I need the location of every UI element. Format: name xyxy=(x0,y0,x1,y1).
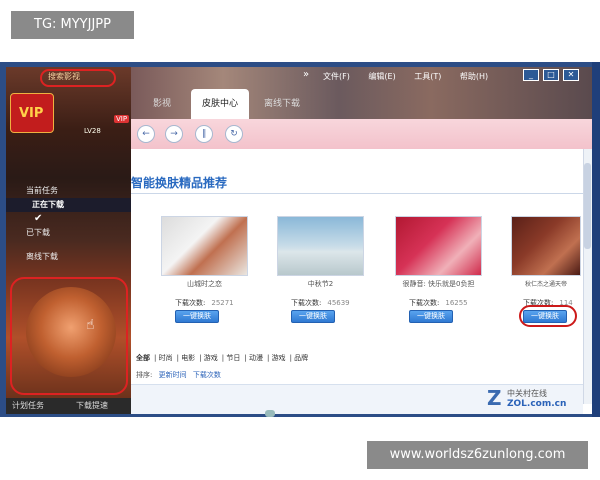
speed-up-button[interactable]: 下载提速 xyxy=(76,398,108,414)
download-count-label: 下载次数: xyxy=(175,299,206,307)
page: TG: MYYJJPP 搜索影视 VIP VIP LV28 当前任务 正在下载 … xyxy=(0,0,600,480)
sort-by-downloads[interactable]: 下载次数 xyxy=(193,371,221,379)
skin-thumbnail[interactable] xyxy=(161,216,248,276)
filter-anime[interactable]: 动漫 xyxy=(249,354,263,362)
forward-arrow-icon[interactable]: → xyxy=(165,125,183,143)
back-arrow-icon[interactable]: ← xyxy=(137,125,155,143)
download-count-value: 25271 xyxy=(211,299,234,307)
left-player-panel: 搜索影视 VIP VIP LV28 当前任务 正在下载 ✔ 已下载 离线下载 ☝… xyxy=(6,67,131,414)
tab-offline-download[interactable]: 离线下载 xyxy=(255,89,309,119)
menu-tools[interactable]: 工具(T) xyxy=(414,72,441,81)
menu-downloaded[interactable]: 已下载 xyxy=(26,227,50,238)
bottom-marker xyxy=(265,410,275,417)
zol-text: 中关村在线 xyxy=(507,389,547,398)
browser-toolbar: ← → ∥ ↻ xyxy=(131,119,592,149)
skin-thumbnail[interactable] xyxy=(395,216,482,276)
zol-logo-icon: Z xyxy=(487,386,502,410)
download-count: 下载次数: 45639 xyxy=(291,298,350,308)
vip-badge: VIP xyxy=(114,115,130,123)
download-count-value: 16255 xyxy=(445,299,468,307)
skin-card[interactable]: 秋仁杰之通天帝 下载次数: 114 一键换肤 xyxy=(511,216,581,323)
skin-card[interactable]: 中秋节2 下载次数: 45639 一键换肤 xyxy=(277,216,364,323)
filter-games[interactable]: 游戏 xyxy=(272,354,286,362)
desktop-edge xyxy=(592,62,600,417)
skin-thumbnail[interactable] xyxy=(277,216,364,276)
zol-watermark: Z 中关村在线 ZOL.com.cn xyxy=(485,386,581,412)
download-count-label: 下载次数: xyxy=(409,299,440,307)
filter-festival[interactable]: 节日 xyxy=(226,354,240,362)
download-count: 下载次数: 25271 xyxy=(175,298,234,308)
maximize-button[interactable]: □ xyxy=(543,69,559,81)
filter-movie[interactable]: 电影 xyxy=(181,354,195,362)
skin-name: 秋仁杰之通天帝 xyxy=(524,281,567,288)
menu-downloading[interactable]: 正在下载 xyxy=(6,198,131,212)
cursor-hand-icon: ☝ xyxy=(86,317,95,333)
pause-icon[interactable]: ∥ xyxy=(195,125,213,143)
filter-all[interactable]: 全部 xyxy=(136,354,150,362)
section-title: 智能换肤精品推荐 xyxy=(131,176,228,190)
download-count-label: 下载次数: xyxy=(291,299,322,307)
zol-domain: ZOL.com.cn xyxy=(507,399,567,409)
sort-row: 排序: 更新时间 下载次数 xyxy=(136,370,225,380)
download-count-value: 45639 xyxy=(327,299,350,307)
skin-card[interactable]: 很静音: 快乐就是0负担 下载次数: 16255 一键换肤 xyxy=(395,216,482,323)
filter-game[interactable]: 游戏 xyxy=(204,354,218,362)
tab-skin-center[interactable]: 皮肤中心 xyxy=(191,89,249,119)
close-button[interactable]: ✕ xyxy=(563,69,579,81)
section-divider xyxy=(131,193,583,194)
menu-current-tasks[interactable]: 当前任务 xyxy=(26,185,58,196)
bottom-watermark: www.worldsz6zunlong.com xyxy=(367,441,588,469)
menu-offline-download[interactable]: 离线下载 xyxy=(26,251,58,262)
sort-label: 排序: xyxy=(136,371,153,379)
skin-thumbnail[interactable] xyxy=(511,216,581,276)
skin-name: 很静音: 快乐就是0负担 xyxy=(402,280,475,288)
download-count: 下载次数: 16255 xyxy=(409,298,468,308)
skin-card[interactable]: 山城时之恋 下载次数: 25271 一键换肤 xyxy=(161,216,248,323)
plan-tasks-button[interactable]: 计划任务 xyxy=(12,398,44,414)
skin-name: 山城时之恋 xyxy=(187,280,222,288)
skin-name: 中秋节2 xyxy=(307,280,334,288)
apply-skin-button[interactable]: 一键换肤 xyxy=(291,310,335,323)
apply-highlight-ring xyxy=(519,305,577,327)
menu-edit[interactable]: 编辑(E) xyxy=(368,72,395,81)
vip-logo-text: VIP xyxy=(19,106,44,121)
skin-center-window: » 文件(F) 编辑(E) 工具(T) 帮助(H) _ □ ✕ 影视 皮肤中心 … xyxy=(131,67,592,414)
filter-brand[interactable]: 品牌 xyxy=(294,354,308,362)
apply-skin-button[interactable]: 一键换肤 xyxy=(175,310,219,323)
tab-movies[interactable]: 影视 xyxy=(137,89,187,119)
top-watermark: TG: MYYJJPP xyxy=(11,11,134,39)
user-level: LV28 xyxy=(84,127,101,135)
minimize-button[interactable]: _ xyxy=(523,69,539,81)
sort-by-time[interactable]: 更新时间 xyxy=(159,371,187,379)
search-box-text[interactable]: 搜索影视 xyxy=(48,71,80,82)
chevron-icon[interactable]: » xyxy=(303,69,309,80)
menu-file[interactable]: 文件(F) xyxy=(323,72,350,81)
vip-logo[interactable]: VIP xyxy=(10,93,54,133)
poster-highlight-ring xyxy=(10,277,128,395)
scrollbar-thumb[interactable] xyxy=(584,163,591,249)
refresh-icon[interactable]: ↻ xyxy=(225,125,243,143)
left-bottom-bar: 计划任务 下载提速 xyxy=(6,398,131,414)
filter-fashion[interactable]: 时尚 xyxy=(159,354,173,362)
apply-skin-button[interactable]: 一键换肤 xyxy=(409,310,453,323)
category-filters: 全部 | 时尚 | 电影 | 游戏 | 节日 | 动漫 | 游戏 | 品牌 xyxy=(136,354,309,362)
menu-help[interactable]: 帮助(H) xyxy=(460,72,488,81)
menu-bar: 文件(F) 编辑(E) 工具(T) 帮助(H) xyxy=(323,71,504,82)
screenshot-frame: 搜索影视 VIP VIP LV28 当前任务 正在下载 ✔ 已下载 离线下载 ☝… xyxy=(0,62,600,417)
check-icon: ✔ xyxy=(34,213,43,224)
